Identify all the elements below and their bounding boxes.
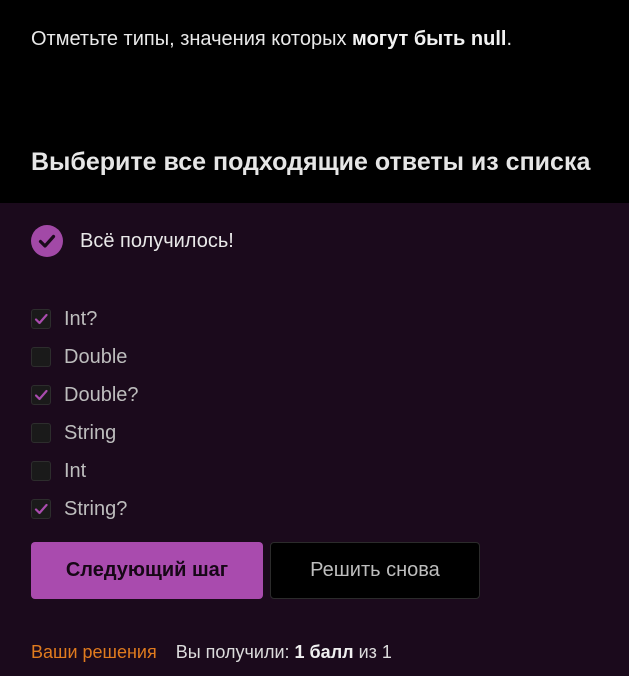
option-label: String <box>64 421 117 444</box>
option-label: Double <box>64 345 128 368</box>
checkbox[interactable] <box>31 347 51 367</box>
checkbox[interactable] <box>31 309 51 329</box>
checkmark-icon <box>34 389 48 401</box>
next-step-button[interactable]: Следующий шаг <box>31 542 263 599</box>
your-solutions-link[interactable]: Ваши решения <box>31 642 157 663</box>
option-int-nullable[interactable]: Int? <box>31 300 139 338</box>
status-banner: Всё получилось! <box>31 224 234 258</box>
option-string[interactable]: String <box>31 414 139 452</box>
question-prefix: Отметьте типы, значения которых <box>31 28 353 50</box>
result-footer: Ваши решения Вы получили: 1 балл из 1 <box>31 642 392 663</box>
option-string-nullable[interactable]: String? <box>31 490 139 528</box>
checkbox[interactable] <box>31 499 51 519</box>
score-prefix: Вы получили: <box>175 642 295 662</box>
checkbox[interactable] <box>31 461 51 481</box>
checkmark-icon <box>34 503 48 515</box>
question-text: Отметьте типы, значения которых могут бы… <box>31 28 512 51</box>
option-label: Double? <box>64 383 139 406</box>
option-double-nullable[interactable]: Double? <box>31 376 139 414</box>
check-circle-icon <box>31 225 63 257</box>
score-text: Вы получили: 1 балл из 1 <box>176 642 392 663</box>
question-suffix: . <box>506 28 513 50</box>
options-list: Int? Double Double? String Int String? <box>31 300 139 528</box>
option-int[interactable]: Int <box>31 452 139 490</box>
answers-heading: Выберите все подходящие ответы из списка <box>31 148 591 176</box>
solve-again-button[interactable]: Решить снова <box>270 542 480 599</box>
score-value: 1 балл <box>294 642 354 662</box>
option-label: Int? <box>64 307 98 330</box>
checkbox[interactable] <box>31 423 51 443</box>
question-emphasis: могут быть null <box>352 28 507 50</box>
question-header: Отметьте типы, значения которых могут бы… <box>0 0 629 203</box>
option-label: Int <box>64 459 87 482</box>
checkbox[interactable] <box>31 385 51 405</box>
score-suffix: из 1 <box>353 642 392 662</box>
option-label: String? <box>64 497 128 520</box>
status-text: Всё получилось! <box>80 229 234 252</box>
checkmark-icon <box>34 313 48 325</box>
option-double[interactable]: Double <box>31 338 139 376</box>
answer-area: Всё получилось! Int? Double Double? Stri… <box>0 203 629 676</box>
